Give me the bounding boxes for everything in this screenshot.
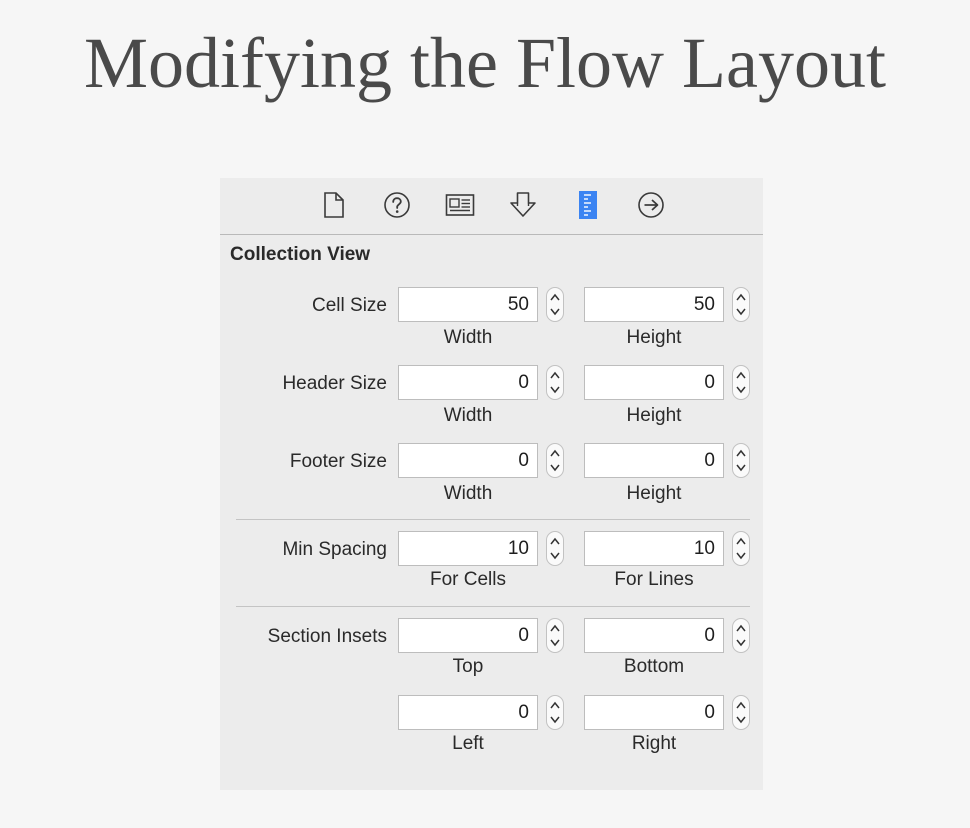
divider <box>236 606 750 607</box>
divider <box>236 519 750 520</box>
inset-right-stepper[interactable] <box>732 695 750 730</box>
header-size-label: Header Size <box>282 373 387 394</box>
inset-left-caption: Left <box>452 733 484 754</box>
header-width-stepper[interactable] <box>546 365 564 400</box>
footer-width-caption: Width <box>443 483 493 504</box>
size-inspector-panel: Collection View Cell Size Width Height H… <box>220 178 763 790</box>
footer-width-stepper[interactable] <box>546 443 564 478</box>
footer-width-field[interactable] <box>398 443 538 478</box>
header-height-caption: Height <box>626 405 682 426</box>
section-title: Collection View <box>230 244 371 265</box>
spacing-cells-field[interactable] <box>398 531 538 566</box>
connections-icon[interactable] <box>636 190 666 220</box>
cell-width-field[interactable] <box>398 287 538 322</box>
header-height-stepper[interactable] <box>732 365 750 400</box>
footer-height-stepper[interactable] <box>732 443 750 478</box>
cell-height-caption: Height <box>626 327 682 348</box>
inset-right-caption: Right <box>631 733 677 754</box>
cell-width-caption: Width <box>443 327 493 348</box>
spacing-lines-stepper[interactable] <box>732 531 750 566</box>
inset-bottom-stepper[interactable] <box>732 618 750 653</box>
cell-size-label: Cell Size <box>312 295 387 316</box>
footer-height-field[interactable] <box>584 443 724 478</box>
header-width-caption: Width <box>443 405 493 426</box>
cell-height-field[interactable] <box>584 287 724 322</box>
section-insets-label: Section Insets <box>267 626 387 647</box>
size-ruler-icon[interactable] <box>573 190 603 220</box>
cell-height-stepper[interactable] <box>732 287 750 322</box>
inset-top-field[interactable] <box>398 618 538 653</box>
help-icon[interactable] <box>382 190 412 220</box>
spacing-cells-stepper[interactable] <box>546 531 564 566</box>
file-icon[interactable] <box>319 190 349 220</box>
header-height-field[interactable] <box>584 365 724 400</box>
attributes-icon[interactable] <box>508 190 538 220</box>
spacing-lines-caption: For Lines <box>614 569 694 590</box>
inset-left-field[interactable] <box>398 695 538 730</box>
spacing-lines-field[interactable] <box>584 531 724 566</box>
inset-bottom-caption: Bottom <box>623 656 685 677</box>
footer-size-label: Footer Size <box>289 451 387 472</box>
inset-top-caption: Top <box>452 656 484 677</box>
min-spacing-label: Min Spacing <box>282 539 387 560</box>
inset-left-stepper[interactable] <box>546 695 564 730</box>
header-width-field[interactable] <box>398 365 538 400</box>
inset-bottom-field[interactable] <box>584 618 724 653</box>
identity-icon[interactable] <box>445 190 475 220</box>
inset-right-field[interactable] <box>584 695 724 730</box>
spacing-cells-caption: For Cells <box>429 569 506 590</box>
inset-top-stepper[interactable] <box>546 618 564 653</box>
cell-width-stepper[interactable] <box>546 287 564 322</box>
footer-height-caption: Height <box>626 483 682 504</box>
slide-title: Modifying the Flow Layout <box>84 23 886 103</box>
inspector-toolbar <box>220 178 763 235</box>
